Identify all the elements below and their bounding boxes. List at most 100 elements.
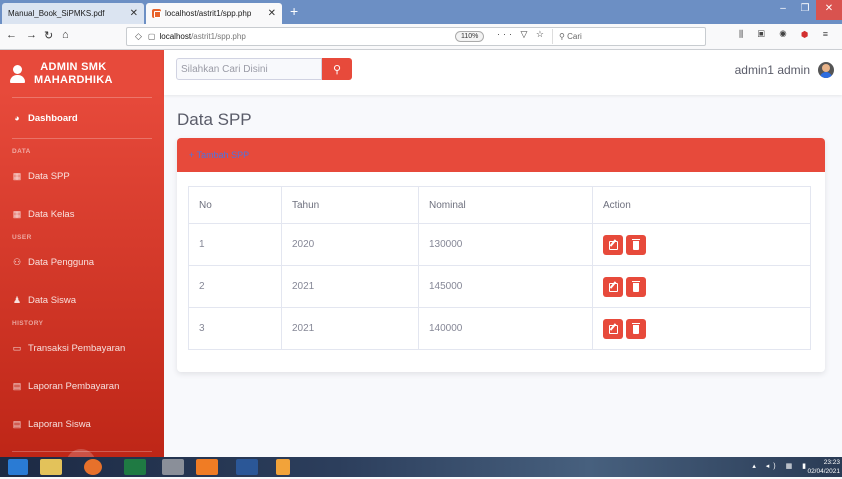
toolbar-icons[interactable]: ⫼ ▣ ◉ ⬢ ≡: [739, 29, 834, 40]
excel-icon[interactable]: [124, 459, 146, 475]
tab-label: localhost/astrit1/spp.php: [165, 9, 252, 18]
browser-tab-spp[interactable]: localhost/astrit1/spp.php ✕: [146, 3, 282, 24]
delete-button[interactable]: [626, 276, 646, 297]
window-controls: – ❐ ✕: [772, 0, 842, 20]
url-host: localhost: [159, 32, 192, 41]
sidebar-item-laporan-pembayaran[interactable]: ▤ Laporan Pembayaran: [0, 369, 164, 403]
cell-action: [592, 265, 811, 308]
maximize-icon[interactable]: ❐: [794, 0, 816, 20]
table-icon: ▦: [12, 170, 22, 181]
minimize-icon[interactable]: –: [772, 0, 794, 20]
sidebar-item-data-pengguna[interactable]: ⚇ Data Pengguna: [0, 245, 164, 279]
sidebar-item-laporan-siswa[interactable]: ▤ Laporan Siswa: [0, 407, 164, 441]
sidebar-item-label: Dashboard: [28, 112, 78, 124]
brand-line-2: MAHARDHIKA: [34, 73, 113, 86]
cell-action: [592, 307, 811, 350]
cell-no: 1: [188, 223, 282, 266]
back-icon[interactable]: ←: [6, 29, 17, 41]
money-icon: ▭: [12, 342, 22, 353]
brand-line-1: ADMIN SMK: [40, 60, 107, 73]
shield-icon: ◇: [135, 31, 142, 41]
browser-tab-bar: Manual_Book_SiPMKS.pdf ✕ localhost/astri…: [0, 0, 842, 24]
sublime-icon[interactable]: [276, 459, 290, 475]
column-header-tahun: Tahun: [281, 186, 419, 224]
table-row: 2 2021 145000: [188, 265, 811, 308]
search-icon: ⚲: [332, 63, 342, 76]
sidebar-item-data-spp[interactable]: ▦ Data SPP: [0, 159, 164, 193]
cell-tahun: 2020: [281, 223, 419, 266]
sidebar-item-label: Transaksi Pembayaran: [28, 342, 126, 354]
firefox-icon[interactable]: [84, 459, 102, 475]
column-header-no: No: [188, 186, 282, 224]
favicon-icon: [152, 9, 161, 18]
page-icon: ▢: [147, 32, 156, 41]
cell-no: 3: [188, 307, 282, 350]
report-icon: ▤: [12, 380, 22, 391]
sidebar-heading-user: USER: [12, 234, 32, 241]
dashboard-icon: ◕: [14, 113, 20, 123]
reload-icon[interactable]: ↻: [44, 29, 53, 42]
word-icon[interactable]: [236, 459, 258, 475]
search-input[interactable]: [176, 58, 322, 80]
sidebar-item-label: Laporan Siswa: [28, 418, 91, 430]
report-icon: ▤: [12, 418, 22, 429]
edit-button[interactable]: [603, 234, 623, 255]
sidebar-item-data-kelas[interactable]: ▦ Data Kelas: [0, 197, 164, 231]
url-bar[interactable]: ◇ ▢ localhost/astrit1/spp.php 110% ··· ▽…: [126, 27, 706, 46]
sidebar-item-data-siswa[interactable]: ♟ Data Siswa: [0, 283, 164, 317]
users-icon: ⚇: [12, 256, 22, 267]
cell-nominal: 140000: [418, 307, 593, 350]
user-name[interactable]: admin1 admin: [735, 63, 810, 77]
brand-title: ADMIN SMK MAHARDHIKA: [34, 61, 113, 87]
sidebar-heading-data: DATA: [12, 148, 31, 155]
sidebar-item-label: Laporan Pembayaran: [28, 380, 120, 392]
sidebar-item-label: Data Pengguna: [28, 256, 95, 268]
spp-table: No Tahun Nominal Action 1 2020 130000 2 …: [188, 186, 811, 350]
add-spp-link[interactable]: + Tambah SPP: [189, 150, 249, 160]
edit-button[interactable]: [603, 318, 623, 339]
sidebar-item-dashboard[interactable]: ◕ Dashboard: [0, 98, 164, 138]
table-icon: ▦: [12, 208, 22, 219]
cell-nominal: 145000: [418, 265, 593, 308]
avatar[interactable]: [818, 62, 834, 78]
url-path: /astrit1/spp.php: [191, 32, 246, 41]
taskbar: ▴ ◂) ▦ ▮ 23:23 02/04/2021: [0, 457, 842, 477]
sidebar-heading-history: HISTORY: [12, 320, 44, 327]
table-header-row: No Tahun Nominal Action: [188, 186, 811, 224]
page-actions-icon[interactable]: ··· ▽ ☆: [497, 29, 547, 40]
delete-button[interactable]: [626, 234, 646, 255]
browser-tab-pdf[interactable]: Manual_Book_SiPMKS.pdf ✕: [2, 3, 144, 24]
card-header: + Tambah SPP: [177, 138, 825, 172]
cell-no: 2: [188, 265, 282, 308]
sidebar-brand[interactable]: ADMIN SMK MAHARDHIKA: [0, 50, 164, 97]
new-tab-icon[interactable]: +: [290, 3, 298, 19]
close-tab-icon[interactable]: ✕: [130, 8, 138, 19]
close-window-icon[interactable]: ✕: [816, 0, 842, 20]
browser-nav-bar: ← → ↻ ⌂ ◇ ▢ localhost/astrit1/spp.php 11…: [0, 24, 842, 50]
browser-search[interactable]: ⚲ Cari: [552, 29, 702, 44]
system-tray-icons[interactable]: ▴ ◂) ▦ ▮: [752, 462, 810, 470]
app-icon[interactable]: [162, 459, 184, 475]
clock-time: 23:23: [823, 459, 840, 466]
delete-button[interactable]: [626, 318, 646, 339]
close-tab-icon[interactable]: ✕: [268, 8, 276, 19]
edit-button[interactable]: [603, 276, 623, 297]
sidebar-item-transaksi[interactable]: ▭ Transaksi Pembayaran: [0, 331, 164, 365]
zoom-level[interactable]: 110%: [455, 31, 485, 42]
column-header-nominal: Nominal: [418, 186, 593, 224]
xampp-icon[interactable]: [196, 459, 218, 475]
cell-action: [592, 223, 811, 266]
table-row: 3 2021 140000: [188, 307, 811, 350]
forward-icon[interactable]: →: [26, 29, 37, 41]
user-icon: [10, 64, 25, 83]
table-row: 1 2020 130000: [188, 223, 811, 266]
column-header-action: Action: [592, 186, 811, 224]
start-icon[interactable]: [8, 459, 28, 475]
spp-card: + Tambah SPP No Tahun Nominal Action 1 2…: [177, 138, 825, 372]
clock[interactable]: 23:23 02/04/2021: [807, 458, 840, 476]
page-title: Data SPP: [177, 110, 252, 129]
file-explorer-icon[interactable]: [40, 459, 62, 475]
home-icon[interactable]: ⌂: [62, 29, 69, 41]
cell-nominal: 130000: [418, 223, 593, 266]
search-button[interactable]: ⚲: [322, 58, 352, 80]
